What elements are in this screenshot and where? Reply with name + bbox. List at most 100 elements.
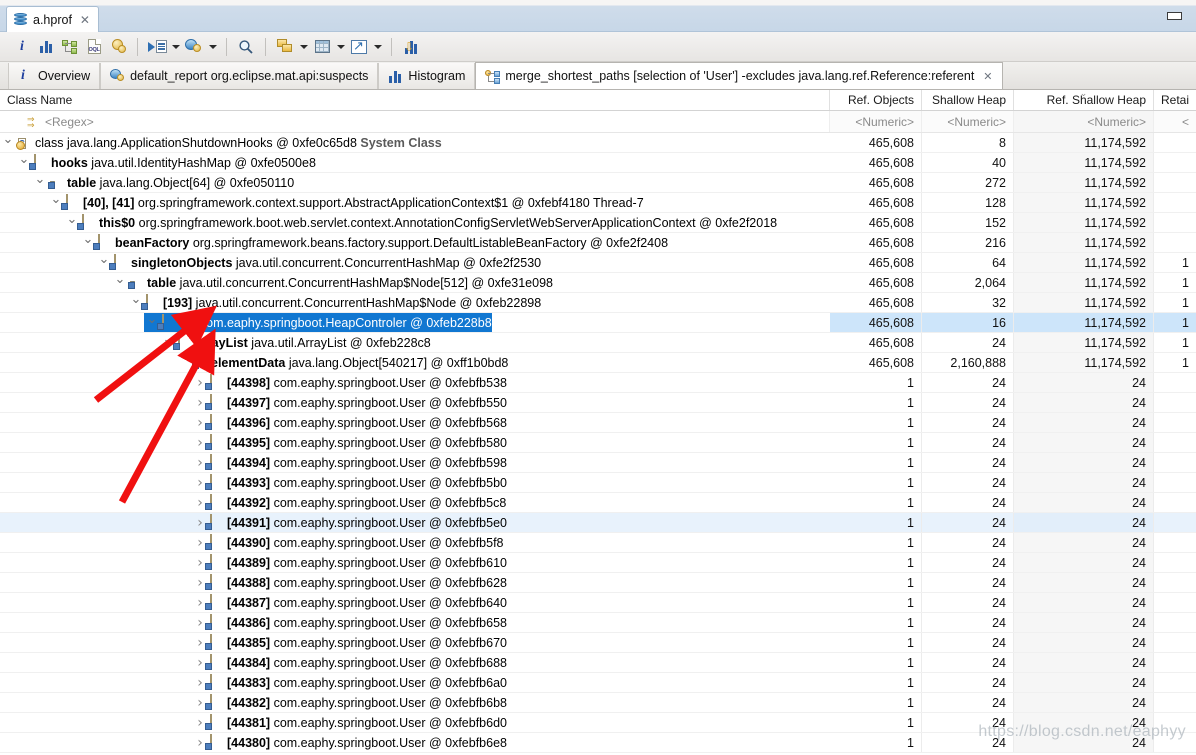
table-row[interactable]: [44391] com.eaphy.springboot.User @ 0xfe… <box>0 513 1196 533</box>
cell-class-name[interactable]: [] table java.util.concurrent.ConcurrentH… <box>0 273 830 292</box>
chart-dropdown-chevron-down-icon[interactable] <box>371 36 384 58</box>
table-row[interactable]: [] elementData java.lang.Object[540217] @… <box>0 353 1196 373</box>
oql-icon[interactable]: OQL <box>82 36 106 58</box>
expand-collapse-chevron-down-icon[interactable] <box>0 133 16 152</box>
column-header-ref-shallow-heap[interactable]: ⌄ Ref. Shallow Heap <box>1014 90 1154 110</box>
query-browser-icon[interactable] <box>182 36 206 58</box>
table-row[interactable]: [44386] com.eaphy.springboot.User @ 0xfe… <box>0 613 1196 633</box>
cell-class-name[interactable]: [193] java.util.concurrent.ConcurrentHas… <box>0 293 830 312</box>
table-row[interactable]: singletonObjects java.util.concurrent.Co… <box>0 253 1196 273</box>
cell-class-name[interactable]: singletonObjects java.util.concurrent.Co… <box>0 253 830 272</box>
cell-class-name[interactable]: [44388] com.eaphy.springboot.User @ 0xfe… <box>0 573 830 592</box>
table-row[interactable]: [44390] com.eaphy.springboot.User @ 0xfe… <box>0 533 1196 553</box>
table-row[interactable]: [44384] com.eaphy.springboot.User @ 0xfe… <box>0 653 1196 673</box>
table-row[interactable]: Cclass java.lang.ApplicationShutdownHook… <box>0 133 1196 153</box>
cell-class-name[interactable]: [] table java.lang.Object[64] @ 0xfe05011… <box>0 173 830 192</box>
chart-export-icon[interactable] <box>347 36 371 58</box>
table-row[interactable]: [44382] com.eaphy.springboot.User @ 0xfe… <box>0 693 1196 713</box>
close-icon[interactable]: ✕ <box>80 14 90 26</box>
table-row[interactable]: [44393] com.eaphy.springboot.User @ 0xfe… <box>0 473 1196 493</box>
tab-default-report[interactable]: default_report org.eclipse.mat.api:suspe… <box>100 63 379 89</box>
cell-class-name[interactable]: beanFactory org.springframework.beans.fa… <box>0 233 830 252</box>
table-row[interactable]: [44388] com.eaphy.springboot.User @ 0xfe… <box>0 573 1196 593</box>
table-row[interactable]: hooks java.util.IdentityHashMap @ 0xfe05… <box>0 153 1196 173</box>
query-browser-dropdown-chevron-down-icon[interactable] <box>206 36 219 58</box>
cell-class-name[interactable]: [44385] com.eaphy.springboot.User @ 0xfe… <box>0 633 830 652</box>
filter-ref-objects[interactable]: <Numeric> <box>830 111 922 132</box>
table-row[interactable]: [] table java.lang.Object[64] @ 0xfe05011… <box>0 173 1196 193</box>
cell-class-name[interactable]: [44382] com.eaphy.springboot.User @ 0xfe… <box>0 693 830 712</box>
table-row[interactable]: [44383] com.eaphy.springboot.User @ 0xfe… <box>0 673 1196 693</box>
table-row[interactable]: [40], [41] org.springframework.context.s… <box>0 193 1196 213</box>
dominator-tree-icon[interactable] <box>58 36 82 58</box>
cell-class-name[interactable]: [44395] com.eaphy.springboot.User @ 0xfe… <box>0 433 830 452</box>
cell-class-name[interactable]: [44397] com.eaphy.springboot.User @ 0xfe… <box>0 393 830 412</box>
cell-class-name[interactable]: arrayList java.util.ArrayList @ 0xfeb228… <box>0 333 830 352</box>
table-row[interactable]: beanFactory org.springframework.beans.fa… <box>0 233 1196 253</box>
tab-overview[interactable]: i Overview <box>8 63 101 89</box>
table-row[interactable]: [44380] com.eaphy.springboot.User @ 0xfe… <box>0 733 1196 753</box>
layers-dropdown-chevron-down-icon[interactable] <box>297 36 310 58</box>
gear-icon[interactable] <box>106 36 130 58</box>
layers-icon[interactable] <box>273 36 297 58</box>
table-row[interactable]: [44385] com.eaphy.springboot.User @ 0xfe… <box>0 633 1196 653</box>
cell-class-name[interactable]: [44386] com.eaphy.springboot.User @ 0xfe… <box>0 613 830 632</box>
cell-class-name[interactable]: [44396] com.eaphy.springboot.User @ 0xfe… <box>0 413 830 432</box>
cell-class-name[interactable]: [44390] com.eaphy.springboot.User @ 0xfe… <box>0 533 830 552</box>
compare-icon[interactable]: ⇩ <box>399 36 423 58</box>
table-row[interactable]: [44392] com.eaphy.springboot.User @ 0xfe… <box>0 493 1196 513</box>
tab-histogram[interactable]: Histogram <box>378 63 476 89</box>
histogram-icon[interactable] <box>34 36 58 58</box>
table-row[interactable]: [44398] com.eaphy.springboot.User @ 0xfe… <box>0 373 1196 393</box>
column-header-retained-heap[interactable]: Retai <box>1154 90 1196 110</box>
cell-class-name[interactable]: hooks java.util.IdentityHashMap @ 0xfe05… <box>0 153 830 172</box>
cell-class-name[interactable]: [44389] com.eaphy.springboot.User @ 0xfe… <box>0 553 830 572</box>
cell-class-name[interactable]: [] elementData java.lang.Object[540217] @… <box>0 353 830 372</box>
cell-class-name[interactable]: [44384] com.eaphy.springboot.User @ 0xfe… <box>0 653 830 672</box>
table-row[interactable]: this$0 org.springframework.boot.web.serv… <box>0 213 1196 233</box>
table-row[interactable]: arrayList java.util.ArrayList @ 0xfeb228… <box>0 333 1196 353</box>
search-icon[interactable] <box>234 36 258 58</box>
restore-window-button[interactable] <box>1167 12 1184 23</box>
table-row[interactable]: [44387] com.eaphy.springboot.User @ 0xfe… <box>0 593 1196 613</box>
table-row[interactable]: [44381] com.eaphy.springboot.User @ 0xfe… <box>0 713 1196 733</box>
filter-retained-heap[interactable]: < <box>1154 111 1196 132</box>
cell-class-name[interactable]: [44391] com.eaphy.springboot.User @ 0xfe… <box>0 513 830 532</box>
table-row[interactable]: [193] java.util.concurrent.ConcurrentHas… <box>0 293 1196 313</box>
editor-tab-a-hprof[interactable]: a.hprof ✕ <box>6 6 99 32</box>
table-dropdown-chevron-down-icon[interactable] <box>334 36 347 58</box>
cell-class-name[interactable]: [44387] com.eaphy.springboot.User @ 0xfe… <box>0 593 830 612</box>
filter-class-name[interactable]: <Regex> <box>0 111 830 132</box>
cell-class-name[interactable]: [44398] com.eaphy.springboot.User @ 0xfe… <box>0 373 830 392</box>
table-row[interactable]: [44396] com.eaphy.springboot.User @ 0xfe… <box>0 413 1196 433</box>
close-icon[interactable]: ✕ <box>983 70 992 83</box>
table-row[interactable]: [44394] com.eaphy.springboot.User @ 0xfe… <box>0 453 1196 473</box>
tab-merge-shortest-paths[interactable]: merge_shortest_paths [selection of 'User… <box>475 62 1003 89</box>
cell-class-name[interactable]: [44393] com.eaphy.springboot.User @ 0xfe… <box>0 473 830 492</box>
table-icon[interactable] <box>310 36 334 58</box>
cell-class-name[interactable]: [40], [41] org.springframework.context.s… <box>0 193 830 212</box>
cell-class-name[interactable]: [44381] com.eaphy.springboot.User @ 0xfe… <box>0 713 830 732</box>
cell-class-name[interactable]: Cclass java.lang.ApplicationShutdownHook… <box>0 133 830 152</box>
table-row[interactable]: [44397] com.eaphy.springboot.User @ 0xfe… <box>0 393 1196 413</box>
filter-ref-shallow-heap[interactable]: <Numeric> <box>1014 111 1154 132</box>
table-row[interactable]: val com.eaphy.springboot.HeapControler @… <box>0 313 1196 333</box>
column-header-class-name[interactable]: Class Name <box>0 90 830 110</box>
run-dropdown-chevron-down-icon[interactable] <box>169 36 182 58</box>
tree-spacer[interactable] <box>176 353 192 372</box>
filter-shallow-heap[interactable]: <Numeric> <box>922 111 1014 132</box>
cell-class-name[interactable]: [44380] com.eaphy.springboot.User @ 0xfe… <box>0 733 830 752</box>
cell-class-name[interactable]: [44392] com.eaphy.springboot.User @ 0xfe… <box>0 493 830 512</box>
column-header-shallow-heap[interactable]: Shallow Heap <box>922 90 1014 110</box>
cell-class-name[interactable]: this$0 org.springframework.boot.web.serv… <box>0 213 830 232</box>
expand-collapse-chevron-down-icon[interactable] <box>112 273 128 292</box>
cell-class-name[interactable]: [44394] com.eaphy.springboot.User @ 0xfe… <box>0 453 830 472</box>
table-row[interactable]: [44389] com.eaphy.springboot.User @ 0xfe… <box>0 553 1196 573</box>
column-header-ref-objects[interactable]: Ref. Objects <box>830 90 922 110</box>
cell-class-name[interactable]: val com.eaphy.springboot.HeapControler @… <box>0 313 830 332</box>
table-row[interactable]: [44395] com.eaphy.springboot.User @ 0xfe… <box>0 433 1196 453</box>
info-icon[interactable]: i <box>10 36 34 58</box>
table-row[interactable]: [] table java.util.concurrent.ConcurrentH… <box>0 273 1196 293</box>
run-icon[interactable] <box>145 36 169 58</box>
cell-class-name[interactable]: [44383] com.eaphy.springboot.User @ 0xfe… <box>0 673 830 692</box>
